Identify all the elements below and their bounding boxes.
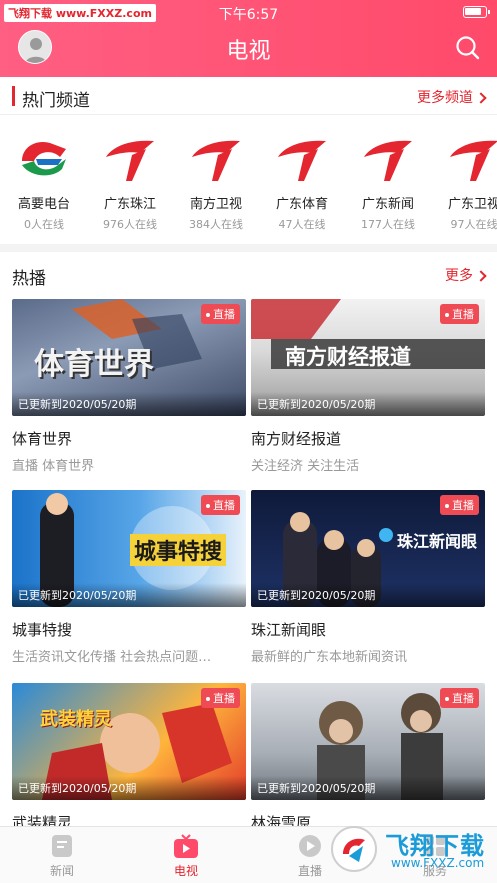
channel-online-count: 384人在线 — [189, 218, 243, 231]
program-art-title: 南方财经报道 — [285, 345, 411, 369]
hot-channels-header: 热门频道 更多频道 — [0, 78, 497, 114]
gaoyao-logo-icon — [22, 141, 66, 176]
channel-item[interactable]: 南方卫视 384人在线 — [174, 125, 258, 235]
channel-item[interactable]: 高要电台 0人在线 — [2, 125, 86, 235]
gdtv-logo-icon — [364, 140, 412, 181]
chevron-right-icon — [475, 270, 487, 282]
gdtv-logo-icon — [106, 140, 154, 181]
program-art-title: 武装精灵 — [40, 709, 112, 730]
program-thumbnail: 体育世界 直播 已更新到2020/05/20期 — [12, 299, 246, 416]
status-bar: 飞翔下载 www.FXXZ.com 下午6:57 — [0, 0, 497, 24]
program-thumbnail: 武装精灵 直播 已更新到2020/05/20期 — [12, 683, 246, 800]
program-subtitle: 关注经济 关注生活 — [251, 459, 360, 474]
more-channels-link[interactable]: 更多频道 — [417, 87, 487, 107]
live-badge-label: 直播 — [452, 499, 474, 512]
tab-news[interactable]: 新闻 — [0, 833, 124, 879]
app-header: 飞翔下载 www.FXXZ.com 下午6:57 电视 — [0, 0, 497, 77]
channel-item[interactable]: 广东卫视 97人在线 — [432, 125, 497, 235]
program-art-title: 珠江新闻眼 — [397, 532, 478, 551]
live-badge: 直播 — [201, 688, 240, 708]
program-title: 城事特搜 — [12, 621, 73, 639]
channel-name: 广东新闻 — [361, 197, 414, 212]
live-badge-label: 直播 — [452, 692, 474, 705]
live-badge-label: 直播 — [452, 308, 474, 321]
channel-item[interactable]: 广东珠江 976人在线 — [88, 125, 172, 235]
program-thumbnail: 直播 已更新到2020/05/20期 — [251, 683, 485, 800]
page-title: 电视 — [226, 39, 271, 64]
program-thumbnail: 南方财经报道 直播 已更新到2020/05/20期 — [251, 299, 485, 416]
battery-level — [465, 8, 482, 15]
program-card[interactable]: 珠江新闻眼 直播 已更新到2020/05/20期 珠江新闻眼 最新鲜的广东本地新… — [251, 490, 485, 665]
program-card[interactable]: 直播 已更新到2020/05/20期 林海雪原 — [251, 683, 485, 833]
news-icon — [52, 835, 72, 857]
update-status: 已更新到2020/05/20期 — [12, 583, 246, 607]
program-card[interactable]: 体育世界 直播 已更新到2020/05/20期 体育世界 直播 体育世界 — [12, 299, 246, 474]
gdtv-logo-icon — [192, 140, 240, 181]
update-status: 已更新到2020/05/20期 — [12, 392, 246, 416]
live-badge: 直播 — [440, 304, 479, 324]
live-badge-label: 直播 — [213, 499, 235, 512]
program-title: 珠江新闻眼 — [251, 621, 327, 639]
section-divider — [0, 244, 497, 252]
more-hot-link[interactable]: 更多 — [445, 265, 487, 285]
program-subtitle: 直播 体育世界 — [12, 459, 95, 474]
channel-online-count: 976人在线 — [103, 218, 157, 231]
gdtv-logo-icon — [450, 140, 497, 181]
channel-name: 高要电台 — [17, 197, 70, 212]
divider — [0, 114, 497, 115]
program-thumbnail: 珠江新闻眼 直播 已更新到2020/05/20期 — [251, 490, 485, 607]
battery-icon — [463, 6, 490, 18]
program-card[interactable]: 武装精灵 直播 已更新到2020/05/20期 武装精灵 — [12, 683, 246, 833]
watermark-icon — [331, 826, 377, 872]
live-badge: 直播 — [440, 495, 479, 515]
status-time: 下午6:57 — [218, 7, 279, 23]
channel-item[interactable]: 广东新闻 177人在线 — [346, 125, 430, 235]
section-marker — [12, 86, 15, 106]
update-status: 已更新到2020/05/20期 — [251, 776, 485, 800]
hot-channels-title: 热门频道 — [22, 91, 90, 111]
tab-tv[interactable]: 电视 — [124, 833, 248, 879]
program-title: 体育世界 — [12, 430, 73, 448]
channel-online-count: 0人在线 — [24, 218, 64, 231]
search-button[interactable] — [453, 33, 483, 63]
more-hot-label: 更多 — [445, 268, 473, 284]
hot-play-header: 热播 更多 — [0, 256, 497, 292]
watermark-logo: 飞翔下载 www.FXXZ.com — [329, 818, 489, 878]
channel-item[interactable]: 广东体育 47人在线 — [260, 125, 344, 235]
update-status: 已更新到2020/05/20期 — [251, 392, 485, 416]
tv-icon — [174, 834, 198, 858]
program-card[interactable]: 城事特搜 直播 已更新到2020/05/20期 城事特搜 生活资讯文化传播 社会… — [12, 490, 246, 665]
live-badge-label: 直播 — [213, 308, 235, 321]
channel-name: 广东体育 — [275, 197, 328, 212]
tab-label: 新闻 — [49, 864, 74, 878]
channel-online-count: 47人在线 — [278, 218, 326, 231]
program-art-title: 城事特搜 — [130, 534, 227, 566]
more-channels-label: 更多频道 — [417, 90, 473, 106]
live-badge: 直播 — [440, 688, 479, 708]
program-title: 南方财经报道 — [251, 430, 342, 448]
program-card[interactable]: 南方财经报道 直播 已更新到2020/05/20期 南方财经报道 关注经济 关注… — [251, 299, 485, 474]
update-status: 已更新到2020/05/20期 — [12, 776, 246, 800]
watermark-url: www.FXXZ.com — [391, 856, 485, 870]
search-icon — [456, 36, 480, 60]
update-status: 已更新到2020/05/20期 — [251, 583, 485, 607]
channel-online-count: 177人在线 — [361, 218, 415, 231]
live-badge-label: 直播 — [213, 692, 235, 705]
channel-name: 南方卫视 — [189, 197, 242, 212]
program-thumbnail: 城事特搜 直播 已更新到2020/05/20期 — [12, 490, 246, 607]
channel-name: 广东珠江 — [103, 197, 156, 212]
tab-label: 电视 — [173, 864, 198, 878]
live-badge: 直播 — [201, 304, 240, 324]
channel-list: 高要电台 0人在线 广东珠江 976人在线 南方卫视 384人在线 广东体育 4… — [0, 125, 497, 235]
channel-name: 广东卫视 — [447, 197, 497, 212]
live-badge: 直播 — [201, 495, 240, 515]
program-art-title: 体育世界 — [34, 347, 154, 382]
chevron-right-icon — [475, 92, 487, 104]
hot-play-title: 热播 — [12, 269, 46, 289]
play-icon — [299, 835, 321, 857]
program-subtitle: 最新鲜的广东本地新闻资讯 — [251, 650, 408, 665]
gdtv-logo-icon — [278, 140, 326, 181]
program-subtitle: 生活资讯文化传播 社会热点问题… — [12, 650, 212, 665]
channel-online-count: 97人在线 — [450, 218, 497, 231]
